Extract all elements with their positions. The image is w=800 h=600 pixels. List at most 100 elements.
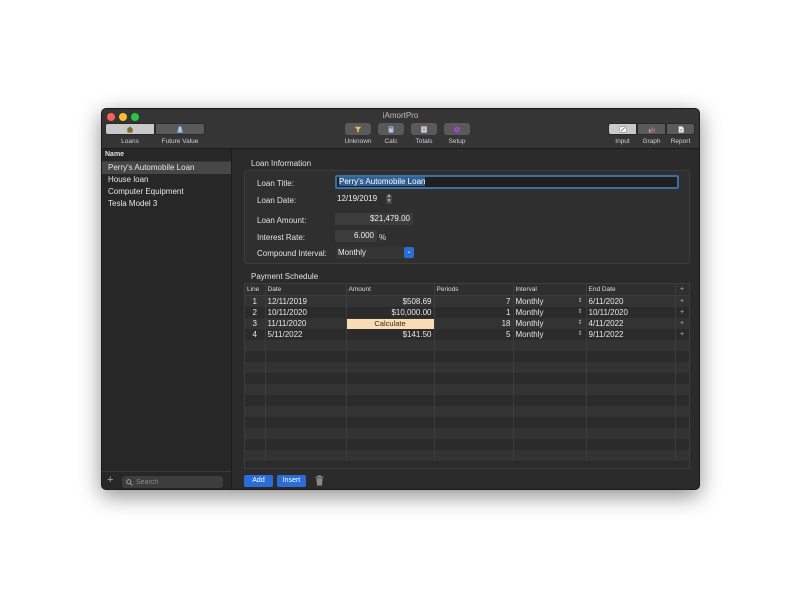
amount-cell[interactable]: Calculate [346, 318, 435, 329]
amount-cell[interactable]: $141.50 [346, 329, 435, 340]
loan-date-stepper[interactable]: ▲ ▼ [386, 194, 392, 204]
gear-icon [454, 126, 460, 132]
line-cell: 3 [245, 318, 266, 329]
empty-cell [434, 351, 514, 362]
empty-table-row [245, 362, 689, 373]
column-header-line[interactable]: Line [245, 284, 266, 296]
mode-segmented-control [608, 123, 695, 135]
date-cell[interactable]: 11/11/2020 [265, 318, 347, 329]
end-date-cell: 6/11/2020 [586, 295, 676, 307]
graph-button[interactable] [637, 123, 666, 135]
empty-cell [675, 417, 689, 428]
amount-cell[interactable]: $508.69 [346, 295, 435, 307]
loan-list-item[interactable]: House loan [102, 174, 231, 186]
empty-cell [434, 439, 514, 450]
loan-list-item[interactable]: Perry's Automobile Loan [102, 162, 231, 174]
empty-cell [513, 450, 587, 461]
report-icon [678, 125, 684, 133]
empty-cell [245, 395, 266, 406]
interval-value: Monthly [515, 297, 544, 306]
empty-cell [265, 373, 347, 384]
search-input[interactable] [133, 478, 216, 486]
empty-table-row [245, 439, 689, 450]
row-add-button[interactable]: + [675, 295, 689, 307]
graph-label: Graph [642, 138, 661, 145]
empty-cell [513, 373, 587, 384]
future-value-label: Future Value [161, 138, 199, 145]
column-header-interval[interactable]: Interval [513, 284, 587, 296]
name-column-header: Name [102, 149, 231, 162]
empty-cell [586, 428, 676, 439]
empty-table-row [245, 406, 689, 417]
empty-cell [513, 395, 587, 406]
empty-cell [675, 340, 689, 351]
empty-cell [586, 351, 676, 362]
date-cell[interactable]: 12/11/2019 [265, 295, 347, 307]
calc-button[interactable] [378, 123, 404, 135]
empty-cell [346, 450, 435, 461]
row-add-button[interactable]: + [675, 329, 689, 340]
periods-cell[interactable]: 18 [434, 318, 514, 329]
compound-interval-popup[interactable]: Monthly ⌄ [336, 247, 414, 259]
end-date-cell: 10/11/2020 [586, 307, 676, 318]
empty-cell [434, 373, 514, 384]
empty-cell [586, 450, 676, 461]
row-add-button[interactable]: + [675, 318, 689, 329]
empty-cell [245, 417, 266, 428]
loan-title-field[interactable]: Perry's Automobile Loan [335, 175, 679, 189]
empty-cell [586, 362, 676, 373]
report-button[interactable] [666, 123, 695, 135]
column-header-end-date[interactable]: End Date [586, 284, 676, 296]
future-value-button[interactable] [155, 123, 205, 135]
totals-icon [421, 125, 427, 133]
empty-cell [346, 417, 435, 428]
row-add-button[interactable]: + [675, 307, 689, 318]
loans-button[interactable] [105, 123, 155, 135]
empty-cell [434, 395, 514, 406]
insert-payment-button[interactable]: Insert [277, 475, 306, 487]
empty-cell [434, 428, 514, 439]
table-row[interactable]: 2 10/11/2020 $10,000.00 1 Monthly ⇕ 10/11… [245, 307, 689, 318]
calculate-button[interactable]: Calculate [346, 318, 433, 329]
interest-rate-field[interactable]: 6.000 [335, 230, 377, 242]
add-loan-button[interactable]: + [107, 474, 113, 486]
empty-cell [434, 340, 514, 351]
column-header-periods[interactable]: Periods [434, 284, 514, 296]
interval-cell[interactable]: Monthly ⇕ [513, 307, 587, 318]
empty-table-row [245, 450, 689, 461]
periods-cell[interactable]: 7 [434, 295, 514, 307]
unknown-button[interactable] [345, 123, 371, 135]
interval-cell[interactable]: Monthly ⇕ [513, 295, 587, 307]
date-cell[interactable]: 10/11/2020 [265, 307, 347, 318]
table-row[interactable]: 4 5/11/2022 $141.50 5 Monthly ⇕ 9/11/2022… [245, 329, 689, 340]
periods-cell[interactable]: 1 [434, 307, 514, 318]
date-cell[interactable]: 5/11/2022 [265, 329, 347, 340]
totals-button[interactable] [411, 123, 437, 135]
empty-cell [265, 417, 347, 428]
table-row[interactable]: 1 12/11/2019 $508.69 7 Monthly ⇕ 6/11/202… [245, 295, 689, 307]
table-row[interactable]: 3 11/11/2020 Calculate 18 Monthly ⇕ 4/11/… [245, 318, 689, 329]
payment-schedule-table: Line Date Amount Periods Interval End Da… [244, 283, 690, 469]
amount-cell[interactable]: $10,000.00 [346, 307, 435, 318]
loan-amount-field[interactable]: $21,479.00 [335, 213, 413, 225]
app-window: iAmortPro Loans Future Value Unknown Cal… [101, 108, 700, 490]
search-icon [126, 478, 133, 486]
empty-cell [346, 340, 435, 351]
column-header-add[interactable]: + [675, 284, 689, 296]
trash-icon[interactable] [315, 475, 324, 486]
input-icon [619, 126, 626, 132]
periods-cell[interactable]: 5 [434, 329, 514, 340]
setup-button[interactable] [444, 123, 470, 135]
loan-list-item[interactable]: Computer Equipment [102, 186, 231, 198]
empty-cell [265, 395, 347, 406]
interval-cell[interactable]: Monthly ⇕ [513, 329, 587, 340]
input-button[interactable] [608, 123, 637, 135]
loan-date-field[interactable]: 12/19/2019 [335, 193, 385, 205]
table-header-row: Line Date Amount Periods Interval End Da… [245, 284, 689, 296]
add-payment-button[interactable]: Add [244, 475, 273, 487]
loan-list-item[interactable]: Tesla Model 3 [102, 198, 231, 210]
interval-cell[interactable]: Monthly ⇕ [513, 318, 587, 329]
column-header-date[interactable]: Date [265, 284, 347, 296]
chevron-down-icon: ⌄ [404, 247, 414, 258]
column-header-amount[interactable]: Amount [346, 284, 435, 296]
